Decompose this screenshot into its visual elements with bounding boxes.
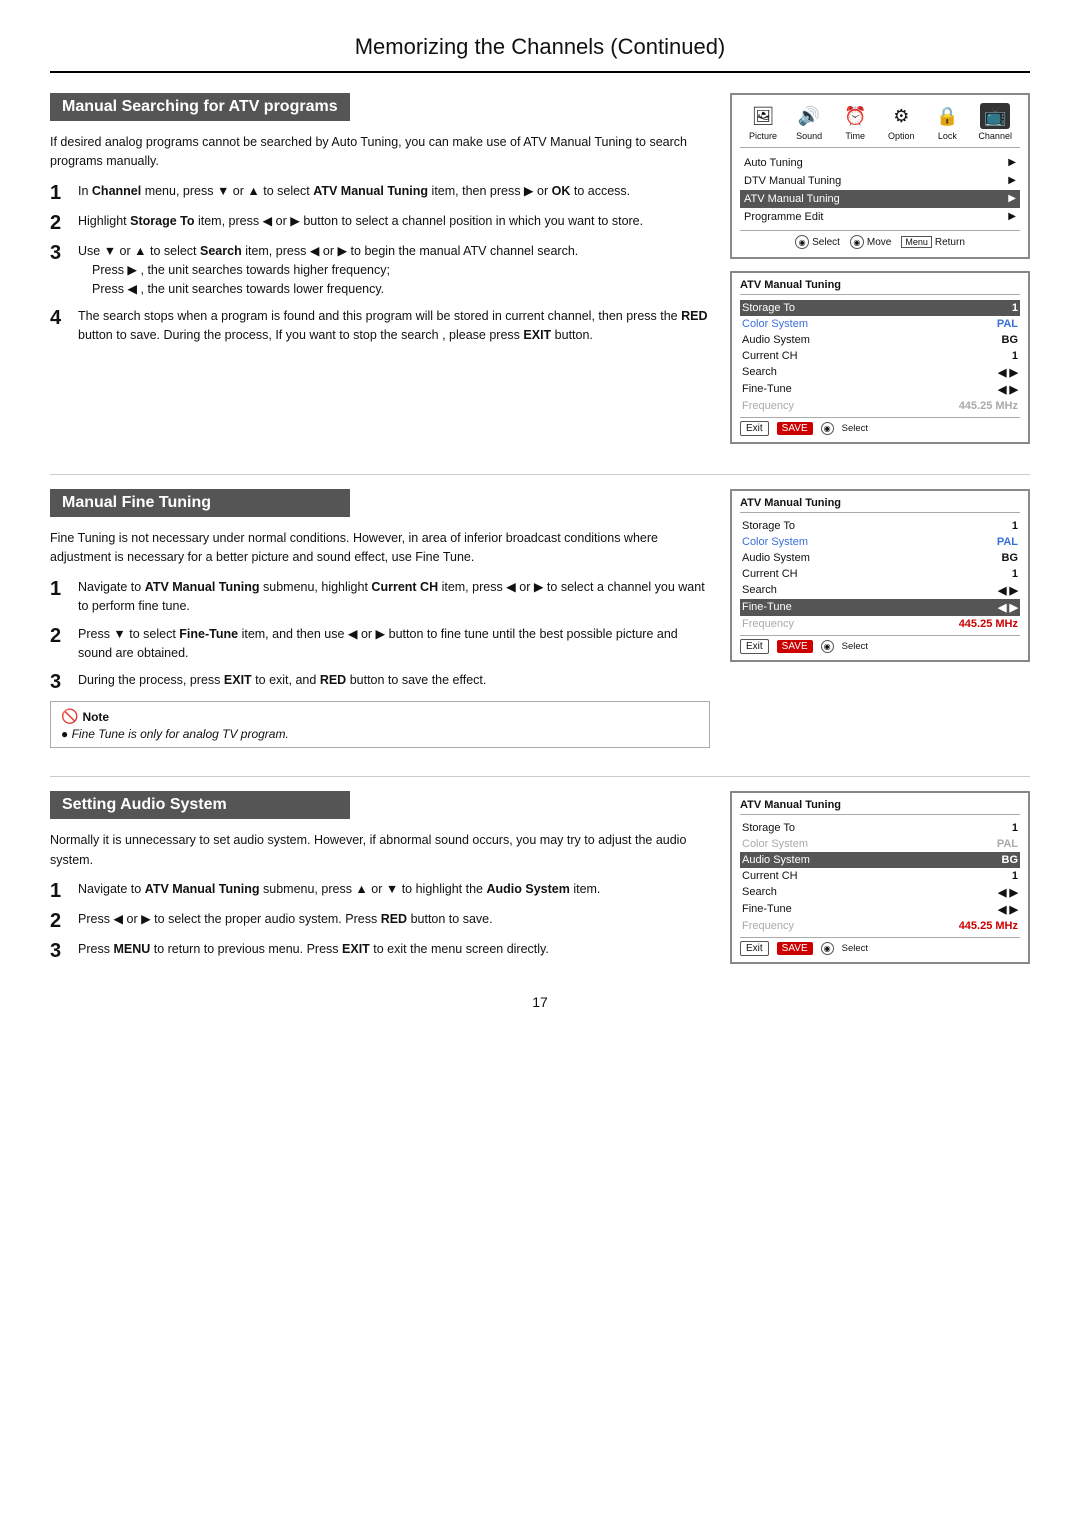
tv-topbar: 🖼 Picture 🔊 Sound ⏰ Time ⚙ Option 🔒 — [740, 103, 1020, 148]
section-manual-searching: Manual Searching for ATV programs If des… — [50, 93, 1030, 454]
atv2-row-search: Search◀ ▶ — [740, 582, 1020, 599]
atv2-row-finetune: Fine-Tune◀ ▶ — [740, 599, 1020, 616]
atv3-bottom: Exit SAVE ◉ Select — [740, 937, 1020, 956]
note-header: 🚫 Note — [61, 708, 699, 725]
menu-programme-edit: Programme Edit▶ — [740, 208, 1020, 226]
atv3-row-freq: Frequency445.25 MHz — [740, 918, 1020, 934]
atv-title-2: ATV Manual Tuning — [740, 497, 1020, 513]
atv-title-1: ATV Manual Tuning — [740, 279, 1020, 295]
note-item: Fine Tune is only for analog TV program. — [61, 727, 699, 741]
menu-dtv-manual: DTV Manual Tuning▶ — [740, 172, 1020, 190]
atv-row-color: Color SystemPAL — [740, 316, 1020, 332]
atv-row-finetune: Fine-Tune◀ ▶ — [740, 381, 1020, 398]
atv-row-storage: Storage To1 — [740, 300, 1020, 316]
picture-icon: 🖼 — [748, 103, 778, 129]
atv3-row-color: Color SystemPAL — [740, 836, 1020, 852]
title-suffix: (Continued) — [604, 34, 725, 59]
atv-screen-3: ATV Manual Tuning Storage To1 Color Syst… — [730, 791, 1030, 964]
divider-2 — [50, 776, 1030, 777]
menu-atv-manual: ATV Manual Tuning▶ — [740, 190, 1020, 208]
tv-icon-sound: 🔊 Sound — [794, 103, 824, 141]
section2-intro: Fine Tuning is not necessary under norma… — [50, 529, 710, 568]
step-3-1: 1 Navigate to ATV Manual Tuning submenu,… — [50, 880, 710, 902]
step-3-2: 2 Press ◀ or ▶ to select the proper audi… — [50, 910, 710, 932]
move-btn: ◉Move — [850, 235, 891, 249]
atv-screen-1: ATV Manual Tuning Storage To1 Color Syst… — [730, 271, 1030, 444]
tv-icon-picture: 🖼 Picture — [748, 103, 778, 141]
atv-row-audio: Audio SystemBG — [740, 332, 1020, 348]
atv2-row-color: Color SystemPAL — [740, 534, 1020, 550]
atv2-bottom: Exit SAVE ◉ Select — [740, 635, 1020, 654]
section1-header: Manual Searching for ATV programs — [50, 93, 350, 121]
section1-intro: If desired analog programs cannot be sea… — [50, 133, 710, 172]
atv2-row-currentch: Current CH1 — [740, 566, 1020, 582]
atv3-row-search: Search◀ ▶ — [740, 884, 1020, 901]
section3-intro: Normally it is unnecessary to set audio … — [50, 831, 710, 870]
atv3-row-currentch: Current CH1 — [740, 868, 1020, 884]
divider-1 — [50, 474, 1030, 475]
step-1-3: 3 Use ▼ or ▲ to select Search item, pres… — [50, 242, 710, 299]
lock-icon: 🔒 — [932, 103, 962, 129]
section2-header: Manual Fine Tuning — [50, 489, 350, 517]
atv3-row-finetune: Fine-Tune◀ ▶ — [740, 901, 1020, 918]
section2-right: ATV Manual Tuning Storage To1 Color Syst… — [730, 489, 1030, 756]
note-box: 🚫 Note Fine Tune is only for analog TV p… — [50, 701, 710, 748]
atv-bottom-1: Exit SAVE ◉ Select — [740, 417, 1020, 436]
sound-icon: 🔊 — [794, 103, 824, 129]
option-icon: ⚙ — [886, 103, 916, 129]
section3-left: Setting Audio System Normally it is unne… — [50, 791, 710, 974]
step-2-3: 3 During the process, press EXIT to exit… — [50, 671, 710, 693]
tv-icon-option: ⚙ Option — [886, 103, 916, 141]
atv2-row-storage: Storage To1 — [740, 518, 1020, 534]
section-audio-system: Setting Audio System Normally it is unne… — [50, 791, 1030, 974]
return-btn: MenuReturn — [901, 235, 965, 249]
tv-icon-lock: 🔒 Lock — [932, 103, 962, 141]
atv3-row-audio: Audio SystemBG — [740, 852, 1020, 868]
tv-bottombar: ◉Select ◉Move MenuReturn — [740, 230, 1020, 249]
atv-screen-2: ATV Manual Tuning Storage To1 Color Syst… — [730, 489, 1030, 662]
page-title: Memorizing the Channels (Continued) — [50, 30, 1030, 73]
tv-main-menu: 🖼 Picture 🔊 Sound ⏰ Time ⚙ Option 🔒 — [730, 93, 1030, 259]
atv-row-search: Search◀ ▶ — [740, 364, 1020, 381]
note-icon: 🚫 — [61, 708, 78, 725]
step-2-1: 1 Navigate to ATV Manual Tuning submenu,… — [50, 578, 710, 617]
step-1-1: 1 In Channel menu, press ▼ or ▲ to selec… — [50, 182, 710, 204]
step-1-2: 2 Highlight Storage To item, press ◀ or … — [50, 212, 710, 234]
page-number: 17 — [50, 994, 1030, 1010]
step-2-2: 2 Press ▼ to select Fine-Tune item, and … — [50, 625, 710, 664]
section-fine-tuning: Manual Fine Tuning Fine Tuning is not ne… — [50, 489, 1030, 756]
atv-row-freq: Frequency445.25 MHz — [740, 398, 1020, 414]
section3-header: Setting Audio System — [50, 791, 350, 819]
tv-icon-channel: 📺 Channel — [978, 103, 1012, 141]
section3-right: ATV Manual Tuning Storage To1 Color Syst… — [730, 791, 1030, 974]
atv2-row-freq: Frequency445.25 MHz — [740, 616, 1020, 632]
title-text: Memorizing the Channels — [355, 34, 604, 59]
step-1-4: 4 The search stops when a program is fou… — [50, 307, 710, 346]
menu-auto-tuning: Auto Tuning▶ — [740, 154, 1020, 172]
step-3-3: 3 Press MENU to return to previous menu.… — [50, 940, 710, 962]
section-left: Manual Searching for ATV programs If des… — [50, 93, 710, 454]
channel-icon: 📺 — [980, 103, 1010, 129]
atv-title-3: ATV Manual Tuning — [740, 799, 1020, 815]
section-right-1: 🖼 Picture 🔊 Sound ⏰ Time ⚙ Option 🔒 — [730, 93, 1030, 454]
tv-icon-time: ⏰ Time — [840, 103, 870, 141]
atv3-row-storage: Storage To1 — [740, 820, 1020, 836]
atv-row-currentch: Current CH1 — [740, 348, 1020, 364]
time-icon: ⏰ — [840, 103, 870, 129]
atv2-row-audio: Audio SystemBG — [740, 550, 1020, 566]
section2-left: Manual Fine Tuning Fine Tuning is not ne… — [50, 489, 710, 756]
select-btn: ◉Select — [795, 235, 840, 249]
